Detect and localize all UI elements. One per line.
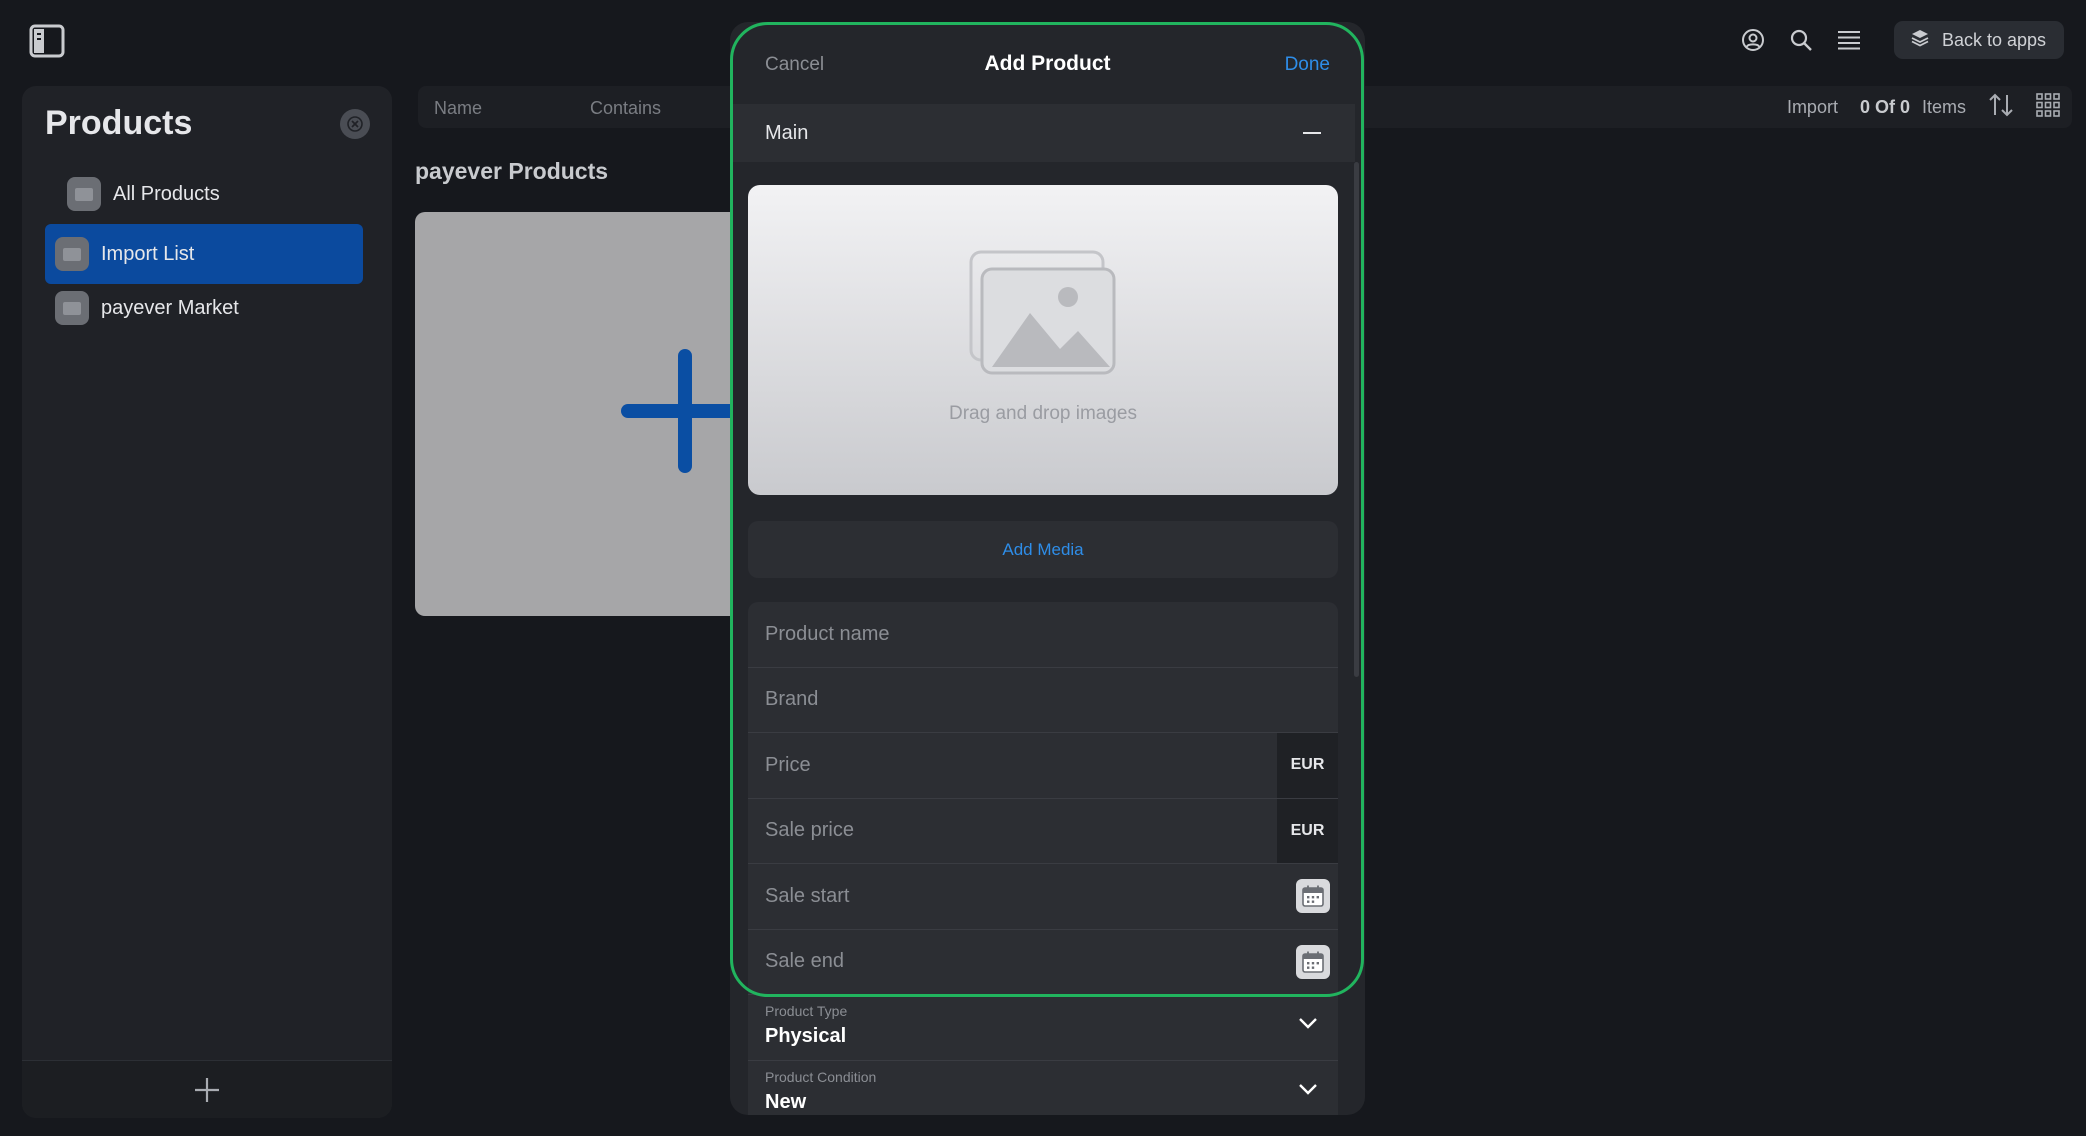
sidebar-item-payever-market[interactable]: payever Market xyxy=(45,278,363,338)
sidebar-item-label: payever Market xyxy=(101,296,239,319)
sidebar-toggle-icon[interactable] xyxy=(29,24,65,58)
chevron-down-icon xyxy=(1299,1083,1317,1095)
sale-start-field[interactable]: Sale start xyxy=(748,864,1338,930)
price-currency[interactable]: EUR xyxy=(1277,733,1338,798)
folder-icon xyxy=(55,291,89,325)
import-button[interactable]: Import xyxy=(1787,97,1838,118)
menu-icon[interactable] xyxy=(1836,27,1862,53)
sidebar-item-import-list[interactable]: Import List xyxy=(45,224,363,284)
sale-end-placeholder: Sale end xyxy=(765,950,844,973)
plus-icon-bar xyxy=(621,404,745,418)
plus-icon xyxy=(195,1077,219,1102)
folder-icon xyxy=(67,177,101,211)
chevron-down-icon xyxy=(1299,1018,1317,1029)
sidebar: Products All Products Import List payeve… xyxy=(22,86,392,1118)
product-type-label: Product Type xyxy=(765,1003,848,1019)
sidebar-item-all-products[interactable]: All Products xyxy=(45,164,363,224)
grid-view-icon[interactable] xyxy=(2036,92,2060,122)
toolbar: Import 0 Of 0 Items xyxy=(1787,86,2060,128)
sale-price-currency[interactable]: EUR xyxy=(1277,798,1338,863)
sidebar-item-label: All Products xyxy=(113,182,220,205)
add-product-modal: Cancel Add Product Done Main Drag and dr… xyxy=(730,22,1365,1115)
product-condition-select[interactable]: Product Condition New xyxy=(748,1061,1338,1116)
main-section-label: Main xyxy=(765,122,809,144)
calendar-icon[interactable] xyxy=(1296,879,1330,914)
filter-contains-label[interactable]: Contains xyxy=(590,98,661,119)
back-to-apps-label: Back to apps xyxy=(1941,29,2046,50)
add-folder-button[interactable] xyxy=(22,1060,392,1118)
back-to-apps-button[interactable]: Back to apps xyxy=(1893,21,2064,59)
sale-end-field[interactable]: Sale end xyxy=(748,930,1338,995)
items-label: Items xyxy=(1921,96,1966,117)
item-count: 0 Of 0 xyxy=(1859,96,1910,117)
close-icon xyxy=(347,116,363,132)
product-name-placeholder: Product name xyxy=(765,622,890,645)
main-section-header[interactable]: Main xyxy=(730,104,1355,162)
search-icon[interactable] xyxy=(1788,27,1814,53)
product-condition-label: Product Condition xyxy=(765,1068,877,1085)
sidebar-title: Products xyxy=(45,104,193,142)
product-type-value: Physical xyxy=(765,1025,847,1047)
modal-title: Add Product xyxy=(984,52,1111,75)
product-form: Product name Brand Price EUR Sale price … xyxy=(748,602,1338,1115)
drop-text: Drag and drop images xyxy=(949,403,1137,424)
filter-name-label[interactable]: Name xyxy=(434,98,482,119)
close-sidebar-button[interactable] xyxy=(340,109,370,139)
sort-icon[interactable] xyxy=(1988,93,2014,122)
price-field[interactable]: Price EUR xyxy=(748,733,1338,799)
done-button[interactable]: Done xyxy=(1285,54,1330,76)
price-placeholder: Price xyxy=(765,753,811,776)
modal-header: Cancel Add Product Done xyxy=(730,22,1365,104)
sale-price-placeholder: Sale price xyxy=(765,819,854,842)
add-media-button[interactable]: Add Media xyxy=(748,521,1338,578)
user-circle-icon[interactable] xyxy=(1740,27,1766,53)
image-dropzone[interactable]: Drag and drop images xyxy=(748,185,1338,495)
brand-field[interactable]: Brand xyxy=(748,668,1338,733)
scrollbar[interactable] xyxy=(1354,162,1359,677)
image-placeholder-icon xyxy=(969,250,1116,375)
add-product-card[interactable] xyxy=(415,212,745,616)
brand-placeholder: Brand xyxy=(765,688,819,711)
product-name-field[interactable]: Product name xyxy=(748,602,1338,668)
sale-start-placeholder: Sale start xyxy=(765,884,850,907)
product-condition-value: New xyxy=(765,1090,807,1113)
layers-icon xyxy=(1910,28,1930,53)
calendar-icon[interactable] xyxy=(1296,944,1330,979)
folder-icon xyxy=(55,237,89,271)
sale-price-field[interactable]: Sale price EUR xyxy=(748,798,1338,864)
collapse-icon[interactable] xyxy=(1303,132,1321,134)
section-title: payever Products xyxy=(415,158,609,184)
sidebar-item-label: Import List xyxy=(101,242,195,265)
product-type-select[interactable]: Product Type Physical xyxy=(748,995,1338,1061)
